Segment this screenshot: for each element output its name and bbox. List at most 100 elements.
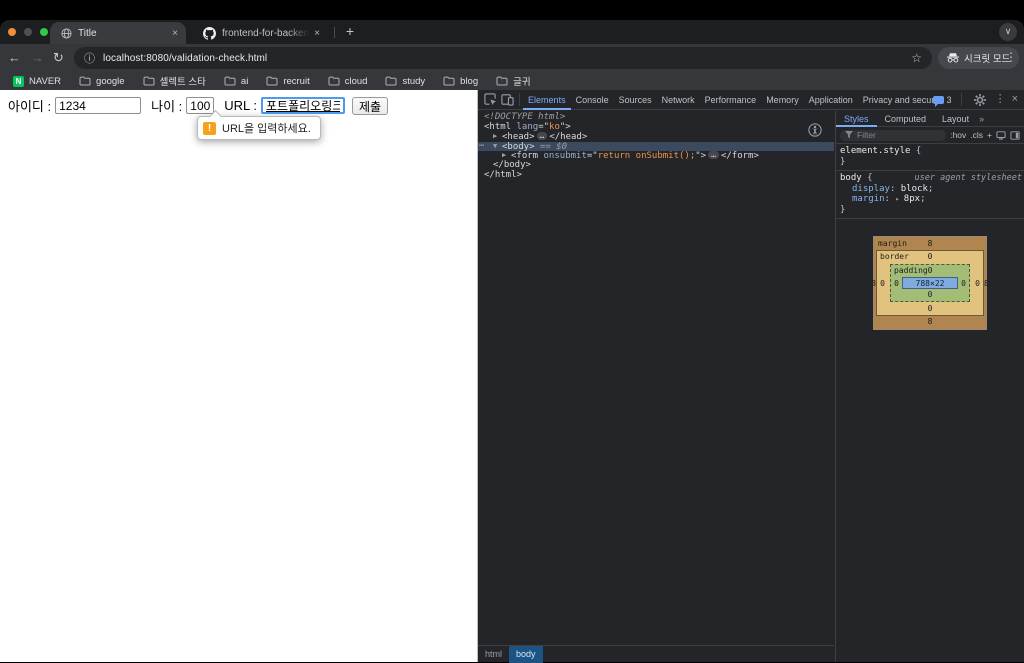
bookmark-item[interactable]: 셀렉트 스타	[136, 74, 213, 89]
devtools-tab-elements[interactable]: Elements	[523, 90, 571, 110]
css-property-line[interactable]: display: block;	[840, 184, 1020, 195]
css-rule[interactable]: element.style {}	[836, 144, 1024, 171]
bookmark-item[interactable]: ai	[217, 74, 255, 89]
folder-icon	[79, 76, 91, 86]
devtools-tab-application[interactable]: Application	[804, 90, 858, 110]
folder-icon	[266, 76, 278, 86]
dom-tree-line[interactable]: </body>	[478, 160, 834, 171]
devtools-close-icon[interactable]: ×	[1012, 94, 1018, 105]
breadcrumb-html[interactable]: html	[478, 646, 509, 663]
submit-button[interactable]: 제출	[352, 96, 389, 115]
box-model-diagram: margin 8 8 border 0 0 padding 0 0 788×22…	[836, 236, 1024, 330]
box-model-content[interactable]: 788×22	[902, 277, 958, 289]
dom-token: …	[708, 151, 719, 160]
breadcrumb-body[interactable]: body	[509, 645, 543, 663]
dom-token: ko	[549, 121, 560, 132]
incognito-icon	[947, 53, 959, 63]
border-right: 0	[975, 278, 980, 288]
url-input[interactable]	[261, 97, 346, 114]
bookmark-item[interactable]: N NAVER	[6, 74, 68, 89]
toggle-class[interactable]: .cls	[970, 130, 983, 140]
browser-menu-icon[interactable]: ⋮	[1005, 50, 1017, 64]
semicolon: ;	[920, 194, 926, 204]
devtools-tab-sources[interactable]: Sources	[614, 90, 657, 110]
devtools-tab-memory[interactable]: Memory	[761, 90, 804, 110]
sidebar-tab-layout[interactable]: Layout	[934, 111, 977, 127]
dom-tree-line[interactable]: <html lang="ko">	[478, 121, 834, 133]
bookmark-item[interactable]: recruit	[259, 74, 316, 89]
expand-arrow-icon[interactable]: ▶	[493, 132, 502, 142]
devtools-tab-network[interactable]: Network	[657, 90, 700, 110]
more-sidebar-tabs-icon[interactable]: »	[979, 114, 984, 124]
reload-icon[interactable]: ↻	[53, 50, 64, 66]
styles-filter-input[interactable]: Filter	[840, 129, 947, 141]
bookmark-item[interactable]: cloud	[321, 74, 375, 89]
bookmark-label: cloud	[344, 75, 368, 87]
inspect-element-icon[interactable]	[482, 91, 499, 109]
address-bar[interactable]: ⓘ localhost:8080/validation-check.html ☆	[74, 47, 932, 69]
new-style-rule-button[interactable]: +	[987, 130, 992, 140]
rendering-emulation-icon[interactable]	[996, 130, 1006, 140]
css-rule[interactable]: user agent stylesheet body {display: bloc…	[836, 171, 1024, 219]
rule-selector[interactable]: body	[840, 173, 862, 183]
stylesheet-origin-note: user agent stylesheet	[914, 173, 1022, 183]
devtools-tab-privacy-and-security[interactable]: Privacy and security	[858, 90, 933, 110]
border-bottom: 0	[927, 304, 933, 313]
sidebar-tab-computed[interactable]: Computed	[877, 111, 935, 127]
sidebar-tab-styles[interactable]: Styles	[836, 111, 877, 127]
browser-tab-github[interactable]: frontend-for-backend-basic/ ×	[192, 22, 328, 44]
close-window-button[interactable]	[8, 28, 16, 36]
bookmark-item[interactable]: study	[378, 74, 432, 89]
warning-icon: !	[203, 121, 216, 135]
toolbar-separator	[519, 93, 521, 106]
bookmark-item[interactable]: 글귀	[489, 74, 537, 89]
dom-token: lang	[516, 121, 539, 132]
bookmark-item[interactable]: blog	[436, 74, 485, 89]
devtools-tab-performance[interactable]: Performance	[700, 90, 762, 110]
site-info-icon[interactable]: ⓘ	[84, 50, 95, 66]
issues-counter[interactable]: 3	[932, 95, 952, 107]
bookmark-star-icon[interactable]: ☆	[911, 51, 922, 65]
box-model-border[interactable]: border 0 0 padding 0 0 788×22 0 0 0 0	[876, 250, 984, 316]
new-tab-button[interactable]: +	[341, 23, 359, 41]
folder-icon	[443, 76, 455, 86]
issues-icon	[932, 95, 944, 107]
more-actions-icon[interactable]: ⋯	[479, 141, 484, 152]
device-toolbar-icon[interactable]	[499, 91, 516, 109]
box-model-padding[interactable]: padding 0 0 788×22 0 0	[890, 264, 970, 302]
id-input[interactable]	[55, 97, 142, 114]
browser-tab-active[interactable]: Title ×	[50, 22, 186, 44]
back-icon[interactable]: ←	[8, 50, 21, 66]
margin-top: 8	[927, 239, 933, 248]
computed-panel-toggle-icon[interactable]	[1010, 130, 1020, 140]
zoom-window-button[interactable]	[40, 28, 48, 36]
bookmark-item[interactable]: google	[72, 74, 132, 89]
toggle-hover-state[interactable]: :hov	[950, 130, 966, 140]
dom-tree-line[interactable]: </html>	[478, 170, 834, 181]
devtools-tab-console[interactable]: Console	[571, 90, 614, 110]
bookmark-label: blog	[460, 75, 479, 87]
minimize-window-button[interactable]	[24, 28, 32, 36]
padding-bottom: 0	[927, 290, 933, 299]
dom-token: ">	[559, 121, 571, 132]
bookmark-label: ai	[240, 75, 249, 87]
rule-selector[interactable]: element.style	[840, 146, 910, 156]
close-tab-icon[interactable]: ×	[172, 28, 178, 39]
dom-tree-line[interactable]: ▶ <form onsubmit="return onSubmit();">… </…	[478, 151, 834, 161]
dom-tree-line[interactable]: ▶ <head>… </head>	[478, 132, 834, 142]
box-model-margin[interactable]: margin 8 8 border 0 0 padding 0 0 788×22…	[871, 236, 989, 330]
css-property-line[interactable]: margin: ▸ 8px;	[840, 194, 1020, 205]
browser-window: Title × frontend-for-backend-basic/ × + …	[0, 20, 1024, 663]
tab-search-button[interactable]: ∨	[999, 23, 1017, 41]
dom-breadcrumbs: html body	[478, 645, 834, 663]
settings-gear-icon[interactable]	[971, 91, 989, 109]
close-tab-icon[interactable]: ×	[314, 28, 320, 39]
forward-icon[interactable]: →	[31, 50, 44, 66]
dom-tree-line[interactable]: ⋯ ▼ <body> == $0	[478, 141, 834, 152]
devtools-menu-icon[interactable]: ⋮	[995, 94, 1006, 105]
age-input[interactable]	[186, 97, 215, 114]
funnel-icon	[845, 131, 853, 139]
expand-shorthand-icon[interactable]: ▸	[895, 195, 903, 203]
collapse-arrow-icon[interactable]: ▼	[493, 142, 502, 152]
url-label: URL :	[224, 98, 258, 113]
